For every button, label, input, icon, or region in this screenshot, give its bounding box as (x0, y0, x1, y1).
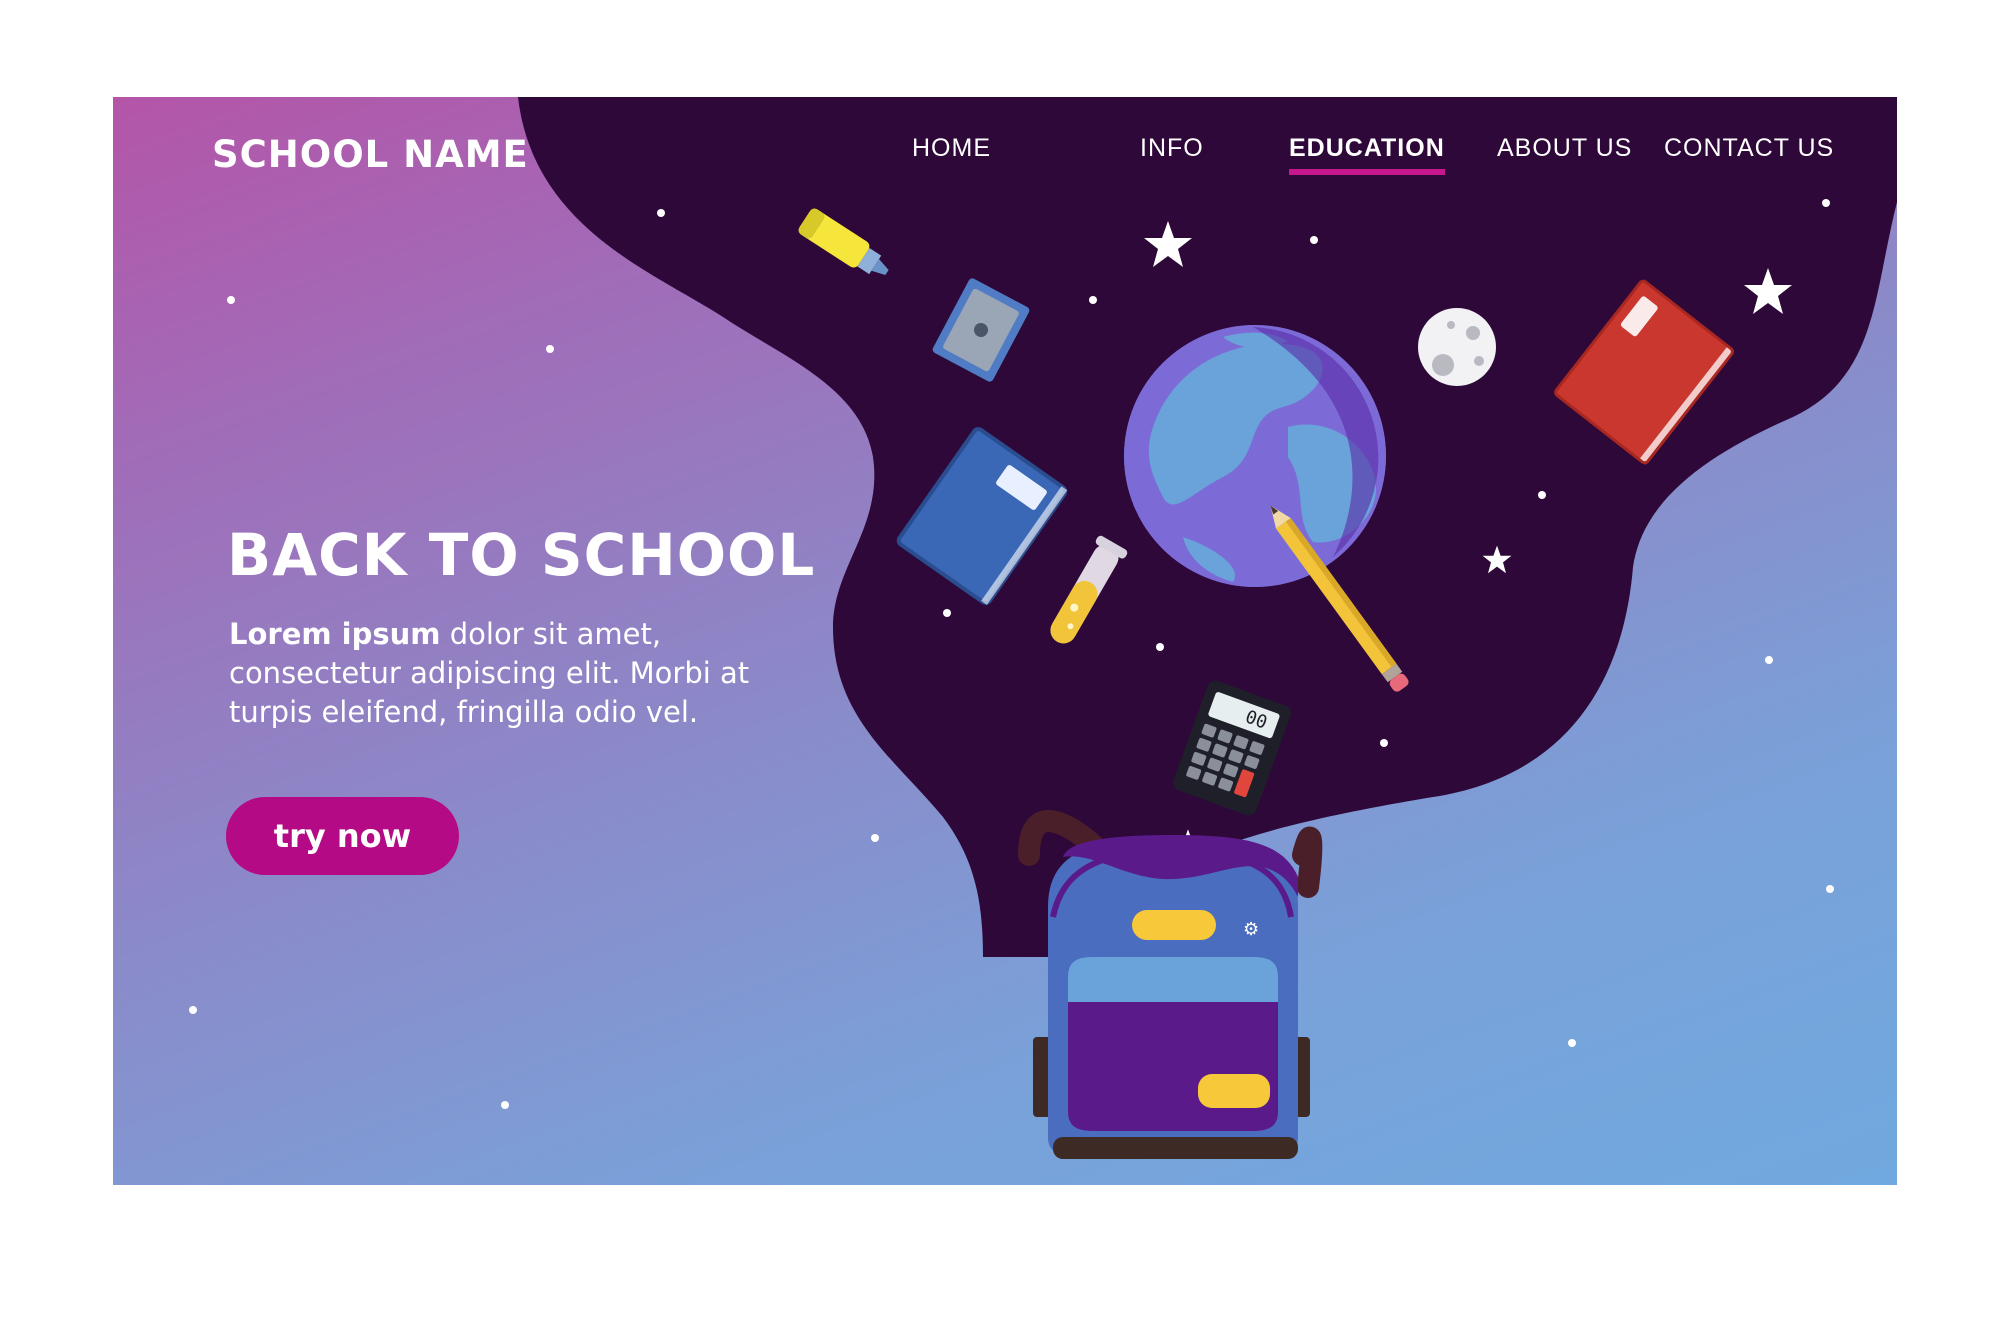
globe-icon (1124, 325, 1386, 587)
hero-description: Lorem ipsum dolor sit amet, consectetur … (229, 615, 789, 732)
school-name-logo[interactable]: SCHOOL NAME (212, 133, 529, 176)
svg-text:⚙: ⚙ (1243, 919, 1259, 940)
landing-page: 00 ⚙ SCHOOL NAME HOME INFO EDUCATION ABO… (113, 97, 1897, 1185)
hero-description-bold: Lorem ipsum (229, 617, 441, 651)
nav-about-us[interactable]: ABOUT US (1497, 134, 1632, 163)
hero-title: BACK TO SCHOOL (227, 521, 816, 589)
nav-education[interactable]: EDUCATION (1289, 134, 1445, 175)
try-now-button[interactable]: try now (226, 797, 459, 875)
nav-contact-us[interactable]: CONTACT US (1664, 134, 1834, 163)
backpack-icon: ⚙ (1018, 810, 1323, 1159)
nav-home[interactable]: HOME (912, 134, 991, 163)
moon-icon (1418, 308, 1496, 386)
nav-info[interactable]: INFO (1140, 134, 1204, 163)
